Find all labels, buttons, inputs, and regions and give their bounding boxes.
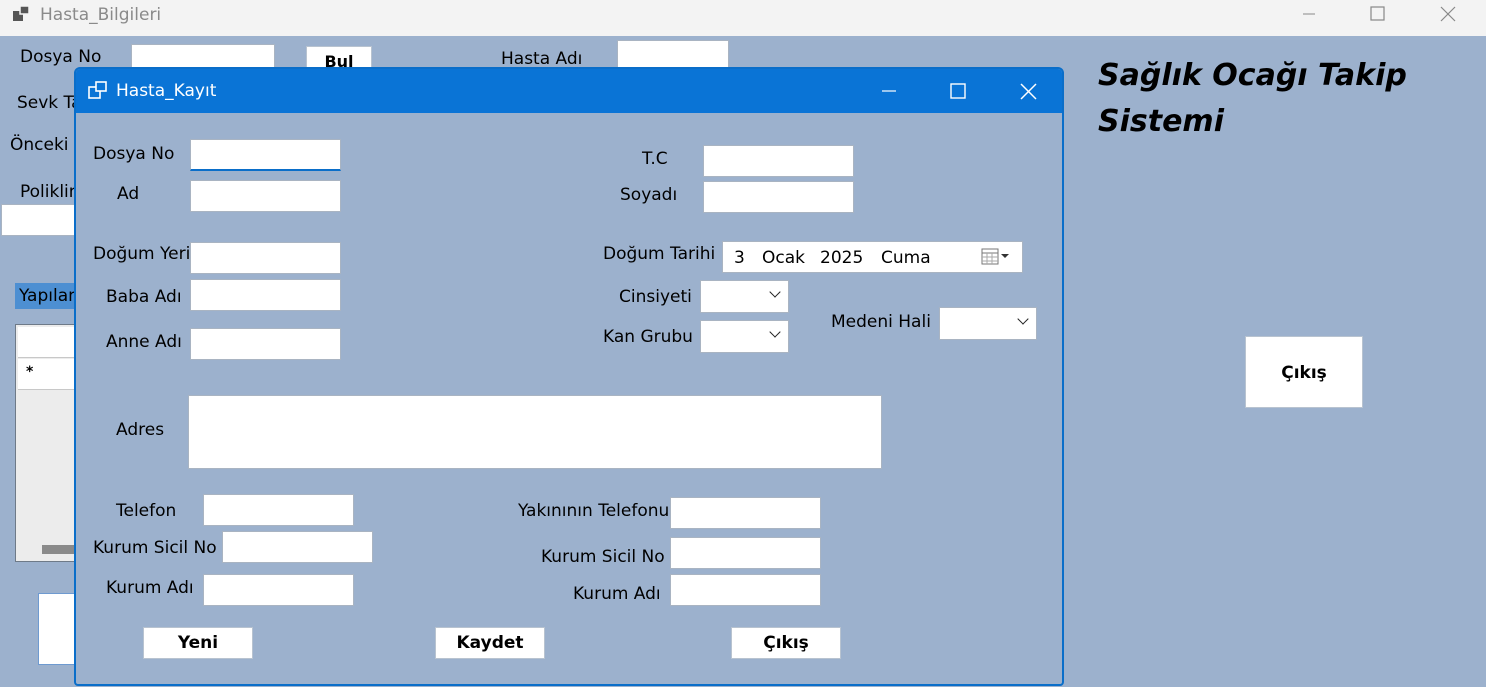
label-dogum-yeri: Doğum Yeri xyxy=(93,244,191,264)
bg-label-sevk: Sevk Ta xyxy=(17,93,82,113)
minimize-icon[interactable] xyxy=(1286,0,1332,30)
label-ad: Ad xyxy=(117,184,140,204)
bg-label-hasta-adi: Hasta Adı xyxy=(501,49,583,69)
label-cinsiyeti: Cinsiyeti xyxy=(619,287,692,307)
dialog-title: Hasta_Kayıt xyxy=(116,81,217,101)
cinsiyeti-select[interactable] xyxy=(700,280,789,313)
ad-input[interactable] xyxy=(190,180,341,212)
bg-hasta-adi-input[interactable] xyxy=(617,40,729,70)
kan-grubu-select[interactable] xyxy=(700,320,789,353)
hasta-kayit-dialog: Hasta_Kayıt Dosya No Ad Doğum Yeri Baba … xyxy=(74,67,1064,686)
date-weekday: Cuma xyxy=(881,248,931,268)
kaydet-button[interactable]: Kaydet xyxy=(435,627,545,659)
yakinin-telefonu-input[interactable] xyxy=(670,497,821,529)
bg-label-dosya-no: Dosya No xyxy=(20,47,102,67)
app-heading: Sağlık Ocağı Takip Sistemi xyxy=(1098,58,1407,139)
label-medeni-hali: Medeni Hali xyxy=(831,312,931,332)
date-day: 3 xyxy=(734,248,745,268)
close-icon[interactable] xyxy=(1424,0,1470,30)
label-telefon: Telefon xyxy=(116,501,177,521)
label-kurum-adi-right: Kurum Adı xyxy=(573,584,661,604)
dialog-titlebar[interactable]: Hasta_Kayıt xyxy=(76,69,1062,113)
background-titlebar[interactable]: Hasta_Bilgileri xyxy=(0,0,1486,36)
bg-label-poliklinik: Poliklin xyxy=(20,182,80,202)
label-tc: T.C xyxy=(642,149,668,169)
calendar-dropdown-icon[interactable] xyxy=(981,248,1013,266)
label-kurum-adi-left: Kurum Adı xyxy=(106,578,194,598)
cikis-button[interactable]: Çıkış xyxy=(731,627,841,659)
label-baba-adi: Baba Adı xyxy=(106,287,182,307)
dogum-yeri-input[interactable] xyxy=(190,242,341,274)
dogum-tarihi-datepicker[interactable]: 3 Ocak 2025 Cuma xyxy=(722,241,1023,273)
label-dogum-tarihi: Doğum Tarihi xyxy=(603,244,716,264)
kurum-sicil-no-input-right[interactable] xyxy=(670,537,821,569)
bg-cikis-button[interactable]: Çıkış xyxy=(1245,336,1363,408)
bg-poliklinik-combo[interactable] xyxy=(1,204,81,236)
grid-row-marker: * xyxy=(26,364,34,380)
close-icon[interactable] xyxy=(998,69,1058,113)
minimize-icon[interactable] xyxy=(858,69,918,113)
kurum-adi-input-right[interactable] xyxy=(670,574,821,606)
label-soyadi: Soyadı xyxy=(620,185,678,205)
medeni-hali-select[interactable] xyxy=(939,307,1037,340)
label-adres: Adres xyxy=(116,420,165,440)
label-kurum-sicil-no-left: Kurum Sicil No xyxy=(93,538,217,558)
background-window-title: Hasta_Bilgileri xyxy=(40,5,162,25)
maximize-icon[interactable] xyxy=(928,69,988,113)
yeni-button[interactable]: Yeni xyxy=(143,627,253,659)
bg-label-yapilan: Yapılan xyxy=(15,283,83,309)
date-year: 2025 xyxy=(820,248,864,268)
anne-adi-input[interactable] xyxy=(190,328,341,360)
chevron-down-icon xyxy=(769,326,781,338)
chevron-down-icon xyxy=(769,286,781,298)
soyadi-input[interactable] xyxy=(703,181,854,213)
window-app-icon xyxy=(13,6,30,21)
maximize-icon[interactable] xyxy=(1354,0,1400,30)
kurum-adi-input-left[interactable] xyxy=(203,574,354,606)
dosya-no-input[interactable] xyxy=(190,139,341,171)
label-dosya-no: Dosya No xyxy=(93,144,175,164)
label-kan-grubu: Kan Grubu xyxy=(603,327,693,347)
date-month: Ocak xyxy=(762,248,805,268)
tc-input[interactable] xyxy=(703,145,854,177)
label-yakinin-telefonu: Yakınının Telefonu xyxy=(518,501,670,521)
telefon-input[interactable] xyxy=(203,494,354,526)
bg-label-onceki: Önceki İ xyxy=(10,135,79,155)
window-app-icon xyxy=(88,81,107,99)
label-kurum-sicil-no-right: Kurum Sicil No xyxy=(541,547,665,567)
baba-adi-input[interactable] xyxy=(190,279,341,311)
adres-textarea[interactable] xyxy=(188,395,882,469)
label-anne-adi: Anne Adı xyxy=(106,332,182,352)
kurum-sicil-no-input-left[interactable] xyxy=(222,531,373,563)
chevron-down-icon xyxy=(1017,313,1029,325)
